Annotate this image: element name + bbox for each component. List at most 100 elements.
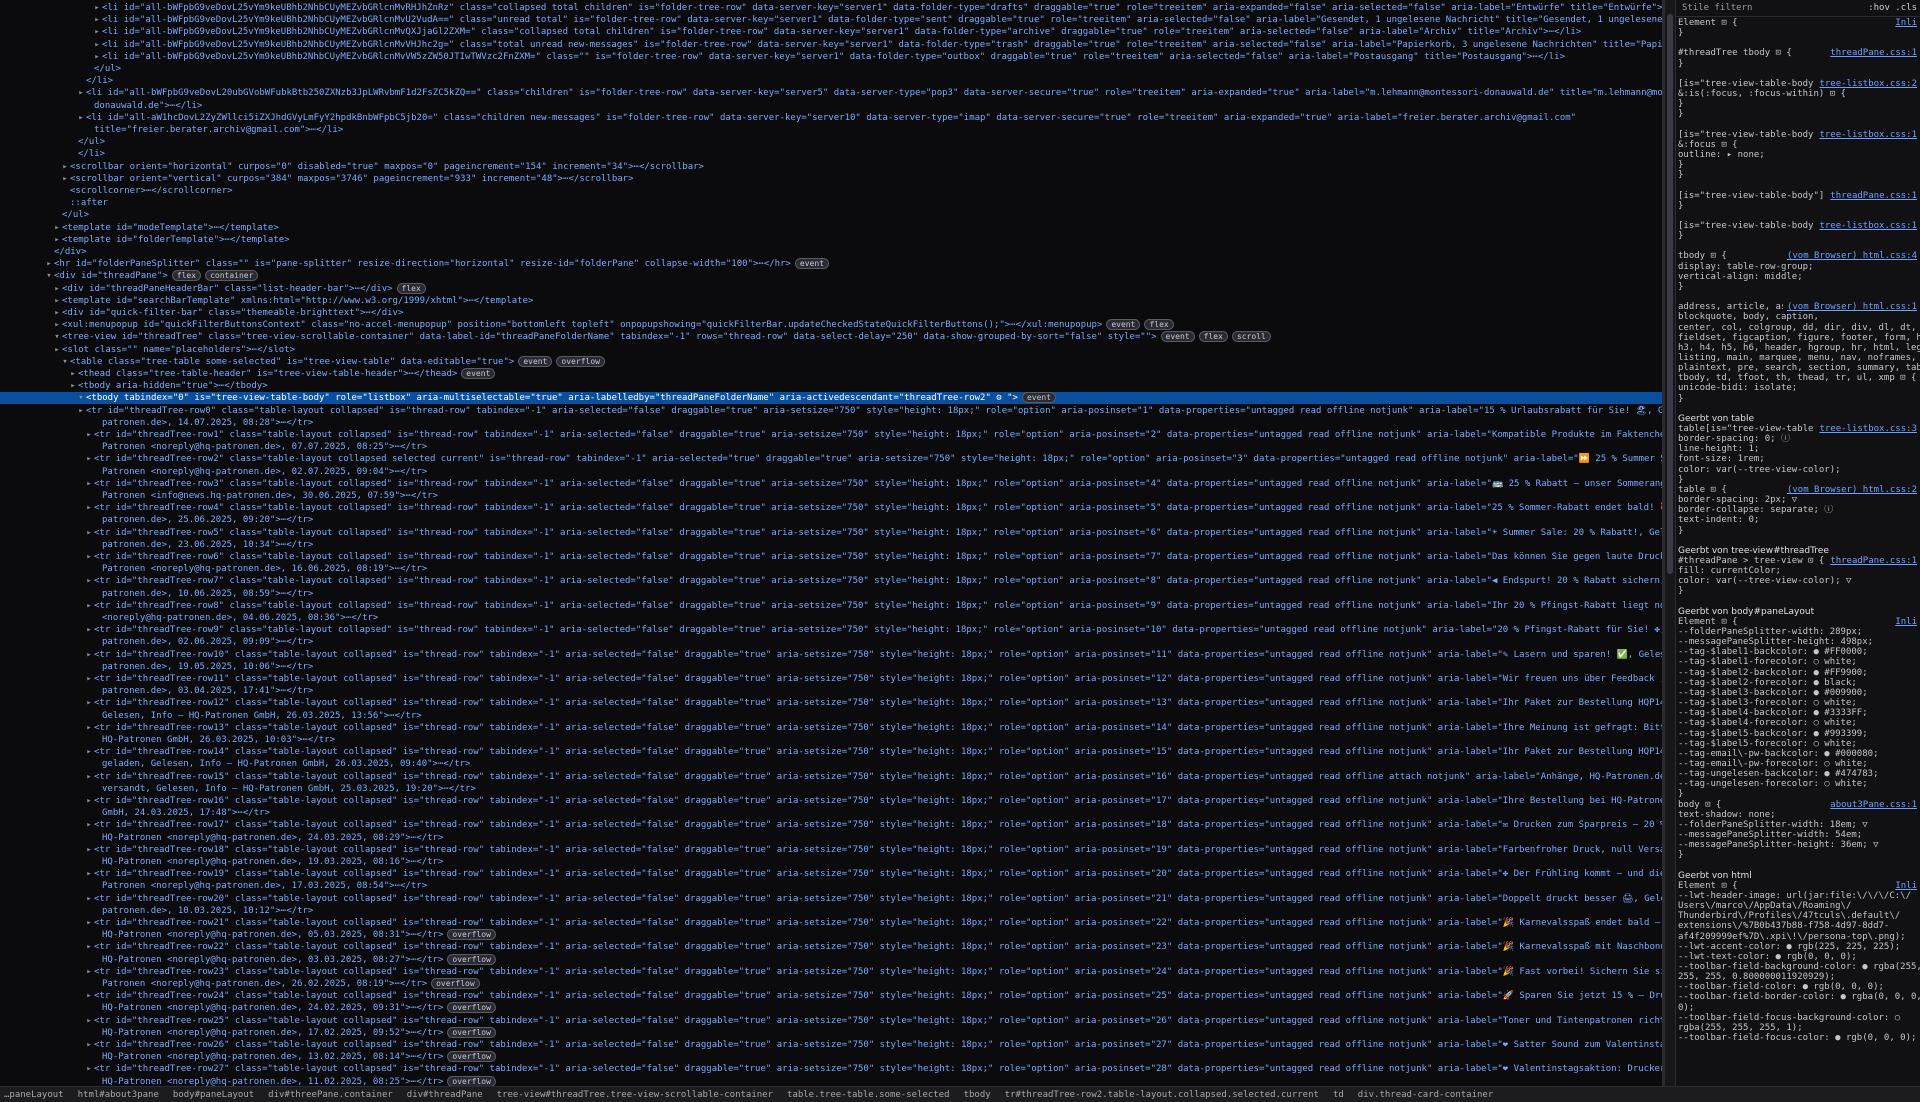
rule-line[interactable] [1676, 69, 1920, 79]
markup-badge[interactable]: flex [1144, 319, 1174, 331]
markup-line[interactable]: donauwald.de">⋯</li> [0, 100, 1662, 112]
scrollbar-thumb[interactable] [1667, 14, 1673, 574]
rule-line[interactable] [1676, 120, 1920, 130]
markup-view[interactable]: ▸ <li id="all-bWFpbG9veDovL25vYm9keUBhb2N… [0, 0, 1662, 1086]
markup-line[interactable]: Patronen <noreply@hq-patronen.de>, 02.07… [0, 466, 1662, 478]
rule-line[interactable]: border-spacing: 0; ⓘ [1676, 434, 1920, 444]
markup-line[interactable]: ▸ <template id="searchBarTemplate" xmlns:… [0, 295, 1662, 307]
markup-badge[interactable]: overflow [447, 1051, 496, 1063]
expand-twisty-icon[interactable]: ▸ [84, 917, 94, 929]
markup-line[interactable]: ▸ <tr id="threadTree-row13" class="table-… [0, 722, 1662, 734]
rule-source-link[interactable]: threadPane.css:1 [1826, 190, 1917, 201]
rule-line[interactable]: --messagePaneSplitter-height: 36em; ▽ [1676, 840, 1920, 850]
collapse-twisty-icon[interactable]: ▾ [52, 331, 62, 343]
rule-line[interactable]: --lwt-header-image: url(jar:file:\/\/\/C… [1676, 891, 1920, 901]
expand-twisty-icon[interactable]: ▸ [92, 26, 102, 38]
expand-twisty-icon[interactable]: ▸ [60, 161, 70, 173]
expand-twisty-icon[interactable]: ▸ [84, 819, 94, 831]
expand-twisty-icon[interactable]: ▸ [84, 551, 94, 563]
markup-line[interactable]: ▸ <tr id="threadTree-row19" class="table-… [0, 868, 1662, 880]
markup-line[interactable]: ▸ <template id="modeTemplate">⋯</template… [0, 222, 1662, 234]
rule-source-link[interactable]: tree-listbox.css:3 [1815, 424, 1917, 434]
markup-line[interactable]: ▸ <tr id="threadTree-row16" class="table-… [0, 795, 1662, 807]
markup-line[interactable]: ▸ <tr id="threadTree-row11" class="table-… [0, 673, 1662, 685]
markup-line[interactable]: ▸ <tr id="threadTree-row4" class="table-l… [0, 502, 1662, 514]
markup-line[interactable]: ▸ <div id="threadPaneHeaderBar" class="li… [0, 282, 1662, 295]
rule-line[interactable]: body ⊡ {about3Pane.css:1 [1676, 799, 1920, 810]
rule-line[interactable]: --tag-email\-pw-backcolor: ● #000080; [1676, 749, 1920, 759]
breadcrumb-item[interactable]: body#paneLayout [173, 1090, 254, 1100]
rule-line[interactable]: listing, main, marquee, menu, nav, nofra… [1676, 353, 1920, 363]
markup-line[interactable]: patronen.de>, 02.06.2025, 09:09">⋯</tr> [0, 636, 1662, 648]
rule-line[interactable]: --tag-$label4-backcolor: ● #3333FF; [1676, 708, 1920, 718]
rule-line[interactable]: --tag-$label4-forecolor: ○ white; [1676, 718, 1920, 728]
rule-line[interactable]: #threadTree tbody ⊡ {threadPane.css:1 [1676, 48, 1920, 59]
rule-line[interactable] [1676, 536, 1920, 546]
markup-line[interactable]: patronen.de>, 10.06.2025, 08:59">⋯</tr> [0, 588, 1662, 600]
markup-line[interactable]: ▸ <li id="all-bWFpbG9veDovL25vYm9keUBhb2N… [0, 39, 1662, 51]
filter-styles-input[interactable]: Stile filtern [1682, 3, 1752, 13]
markup-badge[interactable]: event [1106, 319, 1141, 331]
expand-twisty-icon[interactable]: ▸ [84, 893, 94, 905]
rule-line[interactable]: border-collapse: separate; ⓘ [1676, 505, 1920, 515]
rule-source-link[interactable]: Inli [1891, 616, 1917, 627]
markup-line[interactable]: ▸ <scrollbar orient="horizontal" curpos="… [0, 161, 1662, 173]
rule-line[interactable]: --tag-$label2-backcolor: ● #FF9900; [1676, 668, 1920, 678]
expand-twisty-icon[interactable]: ▸ [84, 649, 94, 661]
expand-twisty-icon[interactable]: ▸ [84, 795, 94, 807]
markup-line[interactable]: ▸ <tr id="threadTree-row18" class="table-… [0, 844, 1662, 856]
rule-line[interactable]: } [1676, 789, 1920, 799]
markup-line[interactable]: ▸ <tr id="threadTree-row5" class="table-l… [0, 527, 1662, 539]
markup-line[interactable]: ▸ <div id="quick-filter-bar" class="theme… [0, 307, 1662, 319]
rule-line[interactable]: line-height: 1; [1676, 444, 1920, 454]
expand-twisty-icon[interactable]: ▸ [84, 502, 94, 514]
markup-line[interactable]: ▸ <tbody aria-hidden="true">⋯</tbody> [0, 380, 1662, 392]
markup-line[interactable]: ▸ <li id="all-bWFpbG9veDovL25vYm9keUBhb2N… [0, 2, 1662, 14]
markup-line[interactable]: ▸ <tr id="threadTree-row17" class="table-… [0, 819, 1662, 831]
rule-line[interactable]: --toolbar-field-focus-background-color: … [1676, 1013, 1920, 1023]
expand-twisty-icon[interactable]: ▸ [84, 673, 94, 685]
rule-line[interactable]: } [1676, 850, 1920, 860]
markup-line[interactable]: ▸ <tr id="threadTree-row15" class="table-… [0, 771, 1662, 783]
rule-source-link[interactable]: threadPane.css:1 [1826, 48, 1917, 59]
rule-line[interactable]: Thunderbird\/Profiles\/47tculs\.default\… [1676, 911, 1920, 921]
breadcrumb-item[interactable]: tree-view#threadTree.tree-view-scrollabl… [497, 1090, 773, 1100]
rule-line[interactable]: outline: ▸ none; [1676, 150, 1920, 160]
rule-line[interactable]: table[is="tree-view-table"] ⊡ {tree-list… [1676, 424, 1920, 434]
rule-line[interactable]: display: table-row-group; [1676, 262, 1920, 272]
rule-line[interactable] [1676, 211, 1920, 221]
rule-line[interactable]: --toolbar-field-focus-color: ● rgb(0, 0,… [1676, 1033, 1920, 1043]
rule-line[interactable]: --toolbar-field-color: ● rgb(0, 0, 0); [1676, 982, 1920, 992]
rule-line[interactable]: } [1676, 99, 1920, 109]
markup-badge[interactable]: overflow [431, 978, 480, 989]
markup-line[interactable]: HQ-Patronen <noreply@hq-patronen.de>, 03… [0, 953, 1662, 966]
rule-line[interactable] [1676, 597, 1920, 607]
rule-line[interactable]: color: var(--tree-view-color); ▽ [1676, 576, 1920, 586]
markup-line[interactable]: ::after [0, 197, 1662, 209]
expand-twisty-icon[interactable]: ▸ [52, 344, 62, 356]
markup-line[interactable]: </ul> [0, 63, 1662, 75]
markup-line[interactable]: ▸ <tr id="threadTree-row12" class="table-… [0, 697, 1662, 709]
markup-line[interactable]: ▸ <tr id="threadTree-row2" class="table-l… [0, 453, 1662, 465]
rule-line[interactable]: text-indent: 0; [1676, 515, 1920, 525]
expand-twisty-icon[interactable]: ▸ [84, 990, 94, 1002]
markup-line[interactable]: ▸ <thead class="tree-table-header" is="tr… [0, 368, 1662, 380]
rule-line[interactable]: } [1676, 526, 1920, 536]
rule-source-link[interactable]: threadPane.css:1 [1826, 555, 1917, 566]
rule-line[interactable]: } [1676, 231, 1920, 241]
markup-line[interactable]: HQ-Patronen <noreply@hq-patronen.de>, 05… [0, 929, 1662, 941]
markup-badge[interactable]: overflow [447, 1026, 496, 1038]
rule-line[interactable]: color: var(--tree-view-color); [1676, 465, 1920, 475]
expand-twisty-icon[interactable]: ▸ [68, 380, 78, 392]
expand-twisty-icon[interactable]: ▸ [52, 295, 62, 307]
rule-source-link[interactable]: tree-listbox.css:2 [1815, 78, 1917, 89]
markup-badge[interactable]: scroll [1231, 331, 1271, 343]
markup-line[interactable]: HQ-Patronen <noreply@hq-patronen.de>, 19… [0, 856, 1662, 868]
rule-line[interactable] [1676, 404, 1920, 414]
markup-line[interactable]: ▸ <tr id="threadTree-row27" class="table-… [0, 1063, 1662, 1075]
rule-line[interactable]: [is="tree-view-table-body"] ⊡ {threadPan… [1676, 190, 1920, 201]
markup-line[interactable]: ▸ <tr id="threadTree-row14" class="table-… [0, 746, 1662, 758]
markup-scrollbar[interactable] [1665, 0, 1675, 1086]
rule-line[interactable]: --tag-$label5-backcolor: ● #993399; [1676, 729, 1920, 739]
rule-line[interactable]: #threadPane > tree-view ⊡ {threadPane.cs… [1676, 555, 1920, 566]
